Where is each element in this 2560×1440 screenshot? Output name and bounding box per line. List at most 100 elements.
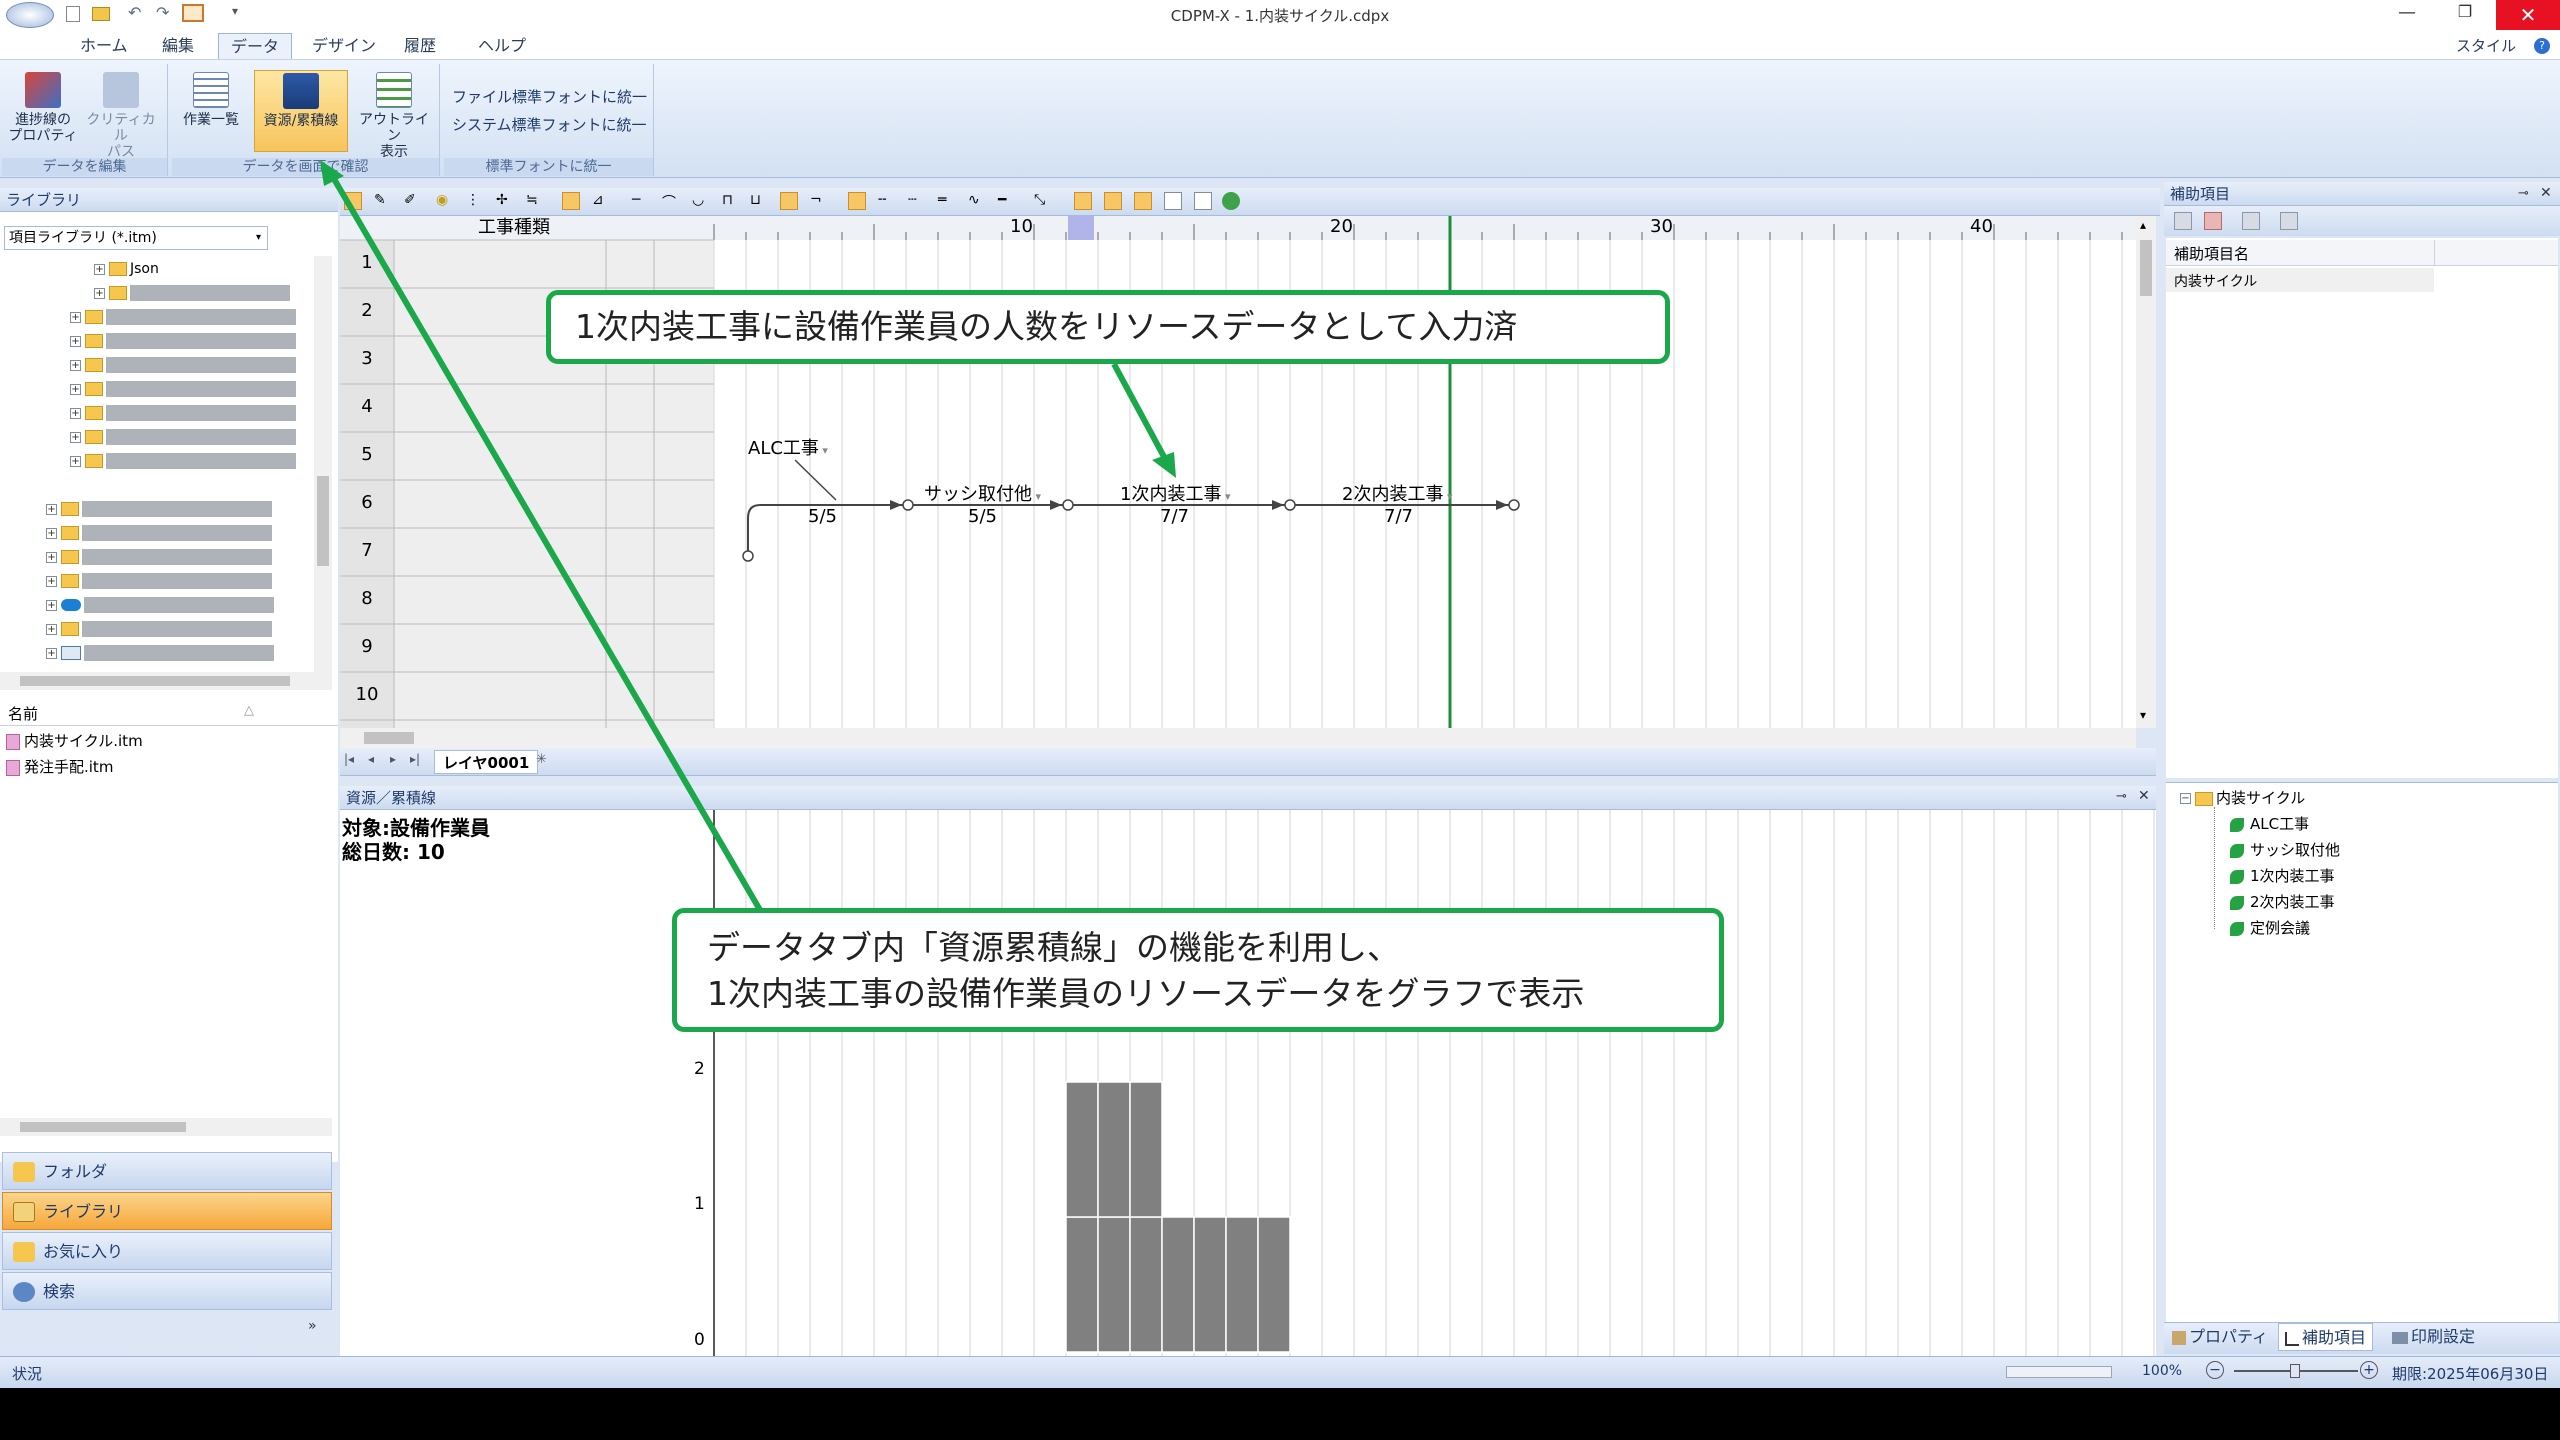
chevron-down-icon[interactable]: ▾ xyxy=(2140,708,2146,722)
menu-design[interactable]: デザイン xyxy=(300,33,388,59)
line-arc-down-icon[interactable]: ◡ xyxy=(692,192,710,210)
pen-tool-icon[interactable]: ✎ xyxy=(374,192,392,210)
tree-item[interactable]: + xyxy=(70,426,296,448)
scroll-thumb[interactable] xyxy=(364,732,414,744)
system-standard-font-button[interactable]: システム標準フォントに統一 xyxy=(452,114,647,135)
tree-item[interactable]: + Json xyxy=(94,258,159,280)
tree-item[interactable]: + xyxy=(70,402,296,424)
resource-cumulative-button[interactable]: 資源/累積線 xyxy=(254,70,348,152)
library-tree-hscrollbar[interactable] xyxy=(0,672,332,690)
delete-item-icon[interactable] xyxy=(2204,212,2222,230)
file-list-item[interactable]: 発注手配.itm xyxy=(6,756,113,777)
line-dash-icon[interactable]: ╌ xyxy=(878,192,896,210)
menu-data[interactable]: データ xyxy=(218,33,293,59)
tree-item[interactable]: + xyxy=(70,330,296,352)
chevron-up-icon[interactable]: ▴ xyxy=(2140,218,2146,232)
calendar-tool-icon[interactable] xyxy=(1194,192,1212,210)
scale-tool-icon[interactable] xyxy=(1134,192,1152,210)
line-straight-icon[interactable]: ─ xyxy=(632,192,650,210)
dummy-tool-icon[interactable]: ⋮ xyxy=(466,192,484,210)
line-arc-up-icon[interactable]: ⌒ xyxy=(662,192,680,211)
next-page-icon[interactable]: ▸ xyxy=(390,752,396,766)
style-menu[interactable]: スタイル xyxy=(2444,33,2528,59)
zoom-in-icon[interactable]: + xyxy=(2360,1361,2378,1379)
select-tool-icon[interactable] xyxy=(344,192,362,210)
tree-item[interactable]: + xyxy=(46,522,272,544)
menu-help[interactable]: ヘルプ xyxy=(466,33,538,59)
aux-list-header[interactable]: 補助項目名 xyxy=(2166,240,2558,266)
add-layer-icon[interactable]: ✳ xyxy=(536,752,547,767)
aux-list-row[interactable]: 内装サイクル xyxy=(2166,268,2434,292)
tree-item[interactable]: + xyxy=(70,354,296,376)
nav-overflow-icon[interactable]: » xyxy=(308,1318,317,1334)
scroll-thumb[interactable] xyxy=(2140,240,2152,296)
line-double-icon[interactable]: ═ xyxy=(938,192,956,210)
milestone-tool-icon[interactable]: ◉ xyxy=(436,192,454,210)
file-standard-font-button[interactable]: ファイル標準フォントに統一 xyxy=(452,86,647,107)
progress-line-properties-button[interactable]: 進捗線の プロパティ xyxy=(8,70,78,152)
aux-tree-item[interactable]: サッシ取付他 xyxy=(2230,837,2340,863)
pin-icon[interactable]: ⊸ xyxy=(2518,186,2529,201)
line-dashdot-icon[interactable]: ┄ xyxy=(908,192,926,210)
tab-properties[interactable]: プロパティ xyxy=(2172,1323,2268,1351)
critical-path-button[interactable]: クリティカル パス xyxy=(86,70,156,160)
prev-page-icon[interactable]: ◂ xyxy=(368,752,374,766)
close-icon[interactable]: ✕ xyxy=(2138,788,2150,804)
nav-library[interactable]: ライブラリ xyxy=(2,1192,332,1230)
line-wave-icon[interactable]: ∿ xyxy=(968,192,986,210)
tree-item[interactable]: + xyxy=(46,642,274,664)
zoom-slider-thumb[interactable] xyxy=(2290,1364,2300,1378)
close-button[interactable]: ✕ xyxy=(2496,0,2560,30)
library-tree-vscrollbar[interactable] xyxy=(314,256,332,672)
scroll-thumb[interactable] xyxy=(20,676,290,686)
line-bracket-down-icon[interactable]: ⊔ xyxy=(750,192,768,210)
last-page-icon[interactable]: ▸| xyxy=(410,752,420,766)
scroll-thumb[interactable] xyxy=(317,476,329,566)
tree-item[interactable]: + xyxy=(46,546,272,568)
minimize-button[interactable]: — xyxy=(2382,2,2432,28)
tree-item[interactable]: + xyxy=(46,498,272,520)
menu-edit[interactable]: 編集 xyxy=(150,33,206,59)
add-item-icon[interactable] xyxy=(2174,212,2192,230)
tree-item[interactable]: + xyxy=(70,306,296,328)
align-tool-icon[interactable]: ⊿ xyxy=(592,192,610,210)
restore-button[interactable]: ❐ xyxy=(2440,2,2490,28)
layout-tool-icon[interactable] xyxy=(1074,192,1092,210)
close-icon[interactable]: ✕ xyxy=(2540,185,2552,201)
task-list-button[interactable]: 作業一覧 xyxy=(176,70,246,152)
nav-folder[interactable]: フォルダ xyxy=(2,1152,332,1190)
tree-item[interactable]: + xyxy=(70,450,296,472)
aux-tree-item[interactable]: ALC工事 xyxy=(2230,811,2309,837)
menu-home[interactable]: ホーム xyxy=(68,33,140,59)
help-icon[interactable]: ? xyxy=(2534,38,2550,54)
scroll-thumb[interactable] xyxy=(20,1122,186,1132)
nav-favorites[interactable]: お気に入り xyxy=(2,1232,332,1270)
import-item-icon[interactable] xyxy=(2280,212,2298,230)
line-bracket-icon[interactable]: ⊓ xyxy=(722,192,740,210)
tree-item[interactable]: + xyxy=(46,570,272,592)
globe-tool-icon[interactable] xyxy=(1222,192,1240,210)
fit-tool-icon[interactable]: ⤡ xyxy=(1034,192,1052,210)
join-tool-icon[interactable]: ≒ xyxy=(526,192,544,210)
file-list-header[interactable]: 名前 △ xyxy=(0,700,338,726)
library-dropdown[interactable]: 項目ライブラリ (*.itm) ▾ xyxy=(4,226,268,250)
network-vscrollbar[interactable]: ▴ ▾ xyxy=(2136,216,2156,728)
nav-search[interactable]: 検索 xyxy=(2,1272,332,1310)
line-style-icon[interactable] xyxy=(848,192,866,210)
zoom-out-icon[interactable]: − xyxy=(2206,1361,2224,1379)
layer-tab[interactable]: レイヤ0001 xyxy=(434,750,539,774)
line-corner-icon[interactable] xyxy=(780,192,798,210)
tree-item[interactable]: + xyxy=(46,594,274,616)
aux-tree-item[interactable]: 定例会議 xyxy=(2230,915,2310,941)
branch-tool-icon[interactable]: ✢ xyxy=(496,192,514,210)
tab-aux-items[interactable]: 補助項目 xyxy=(2278,1323,2374,1351)
grid-tool-icon[interactable] xyxy=(1104,192,1122,210)
arrange-tool-icon[interactable] xyxy=(562,192,580,210)
aux-tree-item[interactable]: 1次内装工事 xyxy=(2230,863,2335,889)
file-list-item[interactable]: 内装サイクル.itm xyxy=(6,730,143,751)
copy-item-icon[interactable] xyxy=(2242,212,2260,230)
zoom-slider[interactable] xyxy=(2234,1364,2358,1378)
tree-item[interactable]: + xyxy=(70,378,296,400)
file-list-hscrollbar[interactable] xyxy=(0,1118,332,1136)
pin-icon[interactable]: ⊸ xyxy=(2116,789,2127,804)
